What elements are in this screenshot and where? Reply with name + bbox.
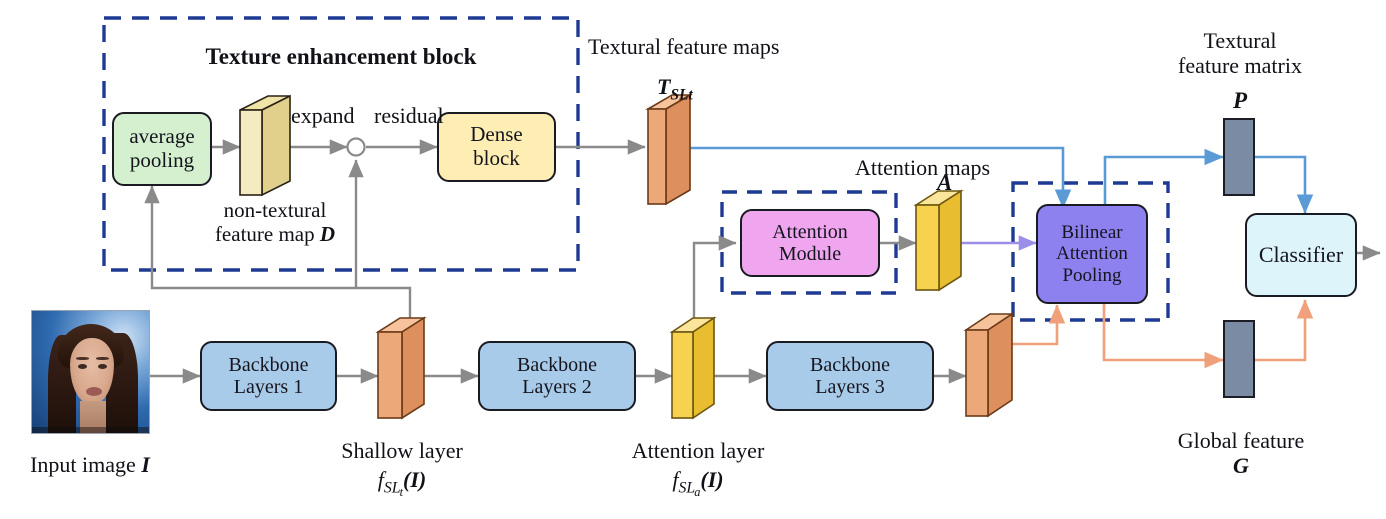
textural-matrix-line1: Textural	[1203, 28, 1277, 53]
photo-eye-right	[98, 364, 107, 369]
average-pooling-label-line1: average	[129, 124, 195, 149]
photo-eye-left	[78, 364, 87, 369]
shallow-fn-arg: (I)	[403, 467, 427, 493]
global-feature-label: Global feature G	[1148, 428, 1334, 479]
shallow-layer-text: Shallow layer	[341, 438, 463, 463]
dense-block[interactable]: Dense block	[437, 112, 556, 182]
attention-fn-arg: (I)	[700, 467, 724, 493]
expand-edge-label: expand	[291, 103, 355, 128]
attention-layer-label: Attention layer fSLa(I)	[600, 438, 796, 499]
shallow-layer-function: fSLt(I)	[305, 467, 499, 498]
attention-module-block[interactable]: Attention Module	[740, 209, 880, 277]
attention-layer-function: fSLa(I)	[600, 467, 796, 498]
attention-maps-label: Attention maps	[855, 155, 991, 180]
shallow-layer-label: Shallow layer fSLt(I)	[305, 438, 499, 499]
attention-layer-text: Attention layer	[631, 438, 765, 463]
residual-edge-label: residual	[374, 103, 444, 128]
backbone3-label-line2: Layers 3	[815, 376, 885, 398]
attention-module-label-line1: Attention	[772, 220, 848, 243]
photo-mouth	[86, 387, 102, 396]
shallow-fn-sub: SL	[383, 479, 401, 497]
non-textural-line2: feature map	[214, 222, 315, 247]
textural-feature-maps-3dbox	[645, 93, 693, 206]
edge-G-to-classifier	[1255, 299, 1314, 362]
attention-fn-sub2: a	[694, 484, 701, 499]
input-image-thumbnail	[31, 310, 150, 434]
bilinear-attention-pooling-block[interactable]: Bilinear Attention Pooling	[1036, 204, 1148, 304]
classifier-block[interactable]: Classifier	[1245, 213, 1357, 297]
non-textural-feature-map-label: non-textural feature map D	[155, 198, 395, 246]
textural-feature-maps-label: Textural feature maps	[588, 34, 780, 59]
edge-P-to-classifier	[1255, 155, 1314, 214]
backbone2-label-line2: Layers 2	[522, 376, 592, 398]
non-textural-line2-wrapper: feature map D	[155, 222, 395, 246]
bilinear-label-line1: Bilinear	[1061, 222, 1123, 244]
final-feature-3dbox	[963, 312, 1015, 418]
edge-bilinear-to-G	[1102, 300, 1224, 369]
input-image-label: Input image I	[10, 452, 170, 477]
non-textural-line1: non-textural	[223, 198, 327, 222]
attention-fn-sub: SL	[678, 479, 696, 497]
textural-symbol-sub: SLt	[670, 86, 693, 104]
photo-brow-left	[76, 357, 89, 360]
textural-symbol-base: T	[657, 74, 671, 99]
backbone-layers-1-block[interactable]: Backbone Layers 1	[200, 341, 337, 411]
residual-sum-node	[346, 137, 366, 157]
diagram-canvas: average pooling Dense block Attention Mo…	[0, 0, 1386, 519]
global-feature-line1: Global feature	[1177, 428, 1305, 453]
input-image-symbol: I	[141, 452, 150, 477]
backbone-layers-2-block[interactable]: Backbone Layers 2	[478, 341, 636, 411]
attention-layer-3dbox	[669, 316, 717, 420]
attention-module-label-line2: Module	[778, 243, 842, 265]
photo-bottom-band	[32, 427, 149, 433]
textural-feature-matrix-symbol: P	[1232, 88, 1248, 113]
dense-block-label-line1: Dense	[470, 122, 523, 147]
non-textural-symbol: D	[319, 222, 336, 247]
average-pooling-block[interactable]: average pooling	[112, 112, 212, 186]
backbone3-label-line1: Backbone	[810, 353, 890, 376]
attention-maps-symbol: A	[937, 170, 953, 195]
backbone2-label-line1: Backbone	[517, 353, 597, 376]
bilinear-label-line2: Attention	[1056, 243, 1128, 265]
classifier-label: Classifier	[1258, 241, 1344, 267]
texture-enhancement-block-title: Texture enhancement block	[205, 44, 477, 69]
backbone1-label-line2: Layers 1	[233, 376, 304, 398]
shallow-fn-sub2: t	[399, 484, 404, 499]
dense-block-label-line2: block	[473, 146, 520, 170]
input-image-text: Input image	[30, 452, 136, 477]
photo-brow-right	[96, 357, 109, 360]
textural-symbol-T-SLt: TSLt	[657, 74, 693, 104]
bilinear-label-line3: Pooling	[1062, 264, 1122, 286]
average-pooling-label-line2: pooling	[129, 148, 195, 172]
textural-matrix-line2: feature matrix	[1178, 53, 1302, 79]
textural-feature-matrix-vector	[1223, 118, 1255, 196]
textural-feature-matrix-label: Textural feature matrix	[1145, 28, 1335, 79]
backbone1-label-line1: Backbone	[228, 353, 309, 376]
global-feature-vector	[1223, 320, 1255, 398]
non-textural-feature-map-3dbox	[239, 94, 291, 197]
shallow-layer-3dbox	[375, 316, 427, 420]
backbone-layers-3-block[interactable]: Backbone Layers 3	[766, 341, 934, 411]
global-feature-symbol: G	[1233, 453, 1249, 479]
attention-maps-3dbox	[913, 189, 964, 292]
